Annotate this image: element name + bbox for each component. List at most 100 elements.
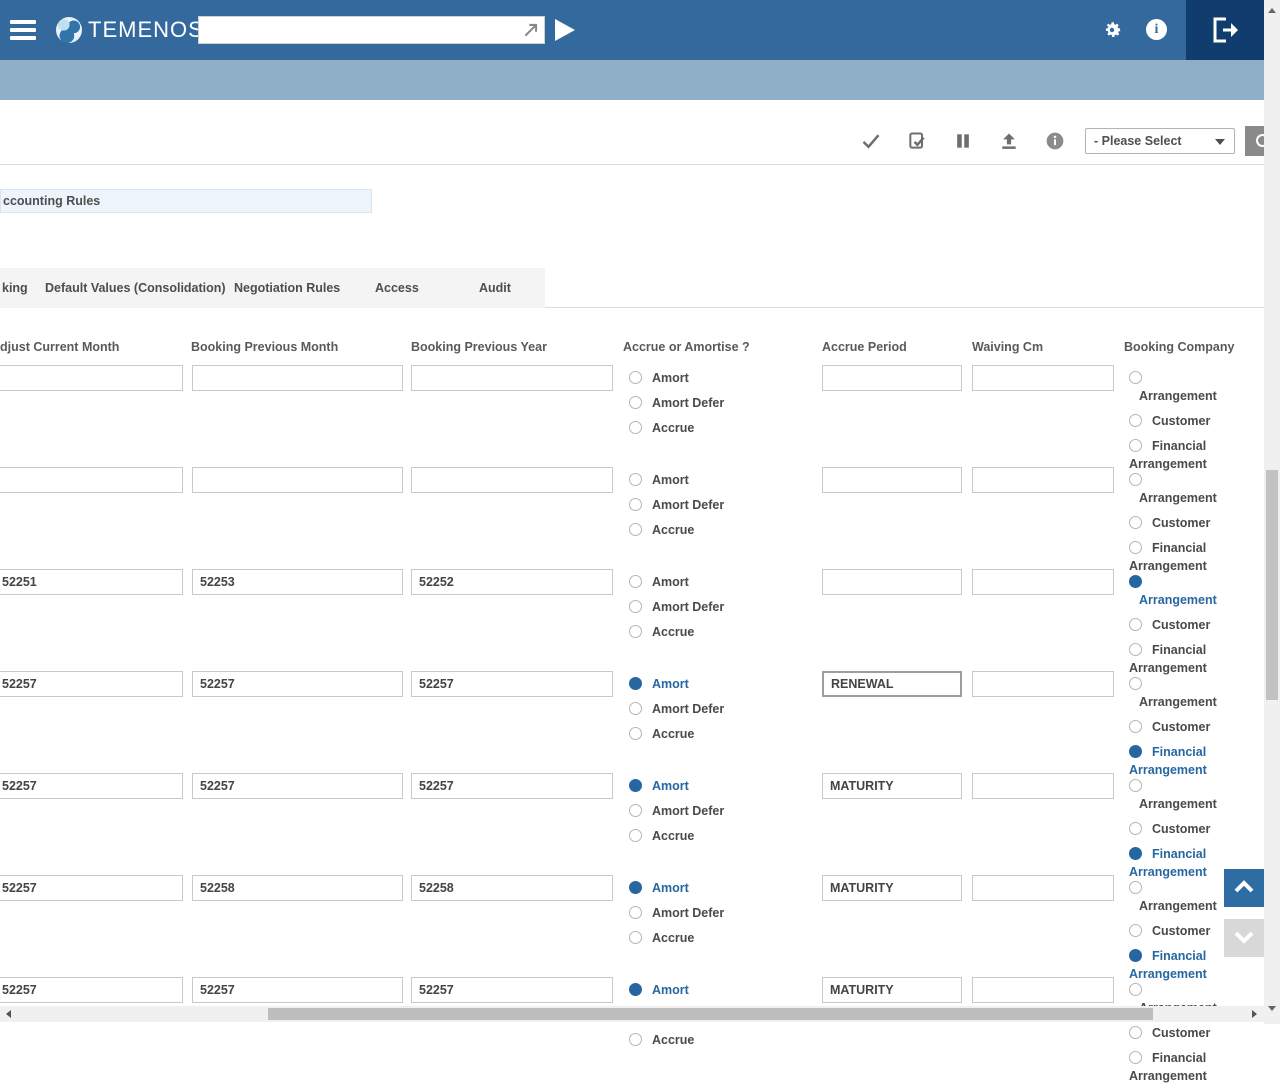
- accrue-period-input[interactable]: [822, 977, 962, 1003]
- radio-icon[interactable]: [1129, 643, 1142, 656]
- booking-previous-year-input[interactable]: [411, 773, 613, 799]
- booking-previous-year-input[interactable]: [411, 467, 613, 493]
- radio-icon[interactable]: [629, 1033, 642, 1046]
- booking-previous-month-input[interactable]: [192, 977, 403, 1003]
- accrue-option-accrue[interactable]: Accrue: [629, 419, 759, 437]
- accrue-option-accrue[interactable]: Accrue: [629, 929, 759, 947]
- scrollbar-arrow-left-icon[interactable]: [6, 1010, 11, 1018]
- accrue-option-accrue[interactable]: Accrue: [629, 623, 759, 641]
- company-option-arrangement[interactable]: Arrangement: [1129, 369, 1227, 405]
- radio-icon[interactable]: [629, 779, 642, 792]
- accrue-option-amort_defer[interactable]: Amort Defer: [629, 394, 759, 412]
- action-select-dropdown[interactable]: - Please Select: [1085, 128, 1235, 154]
- scroll-down-button[interactable]: [1224, 919, 1264, 957]
- info-circle-icon[interactable]: [1045, 131, 1065, 151]
- radio-icon[interactable]: [1129, 1026, 1142, 1039]
- adjust-current-month-input[interactable]: [0, 365, 183, 391]
- radio-icon[interactable]: [629, 371, 642, 384]
- company-option-customer[interactable]: Customer: [1129, 922, 1227, 940]
- radio-icon[interactable]: [629, 804, 642, 817]
- company-option-arrangement[interactable]: Arrangement: [1129, 471, 1227, 507]
- accrue-period-input[interactable]: [822, 773, 962, 799]
- hold-pause-icon[interactable]: [953, 131, 973, 151]
- radio-icon[interactable]: [1129, 881, 1142, 894]
- scrollbar-arrow-up-icon[interactable]: [1268, 8, 1276, 13]
- radio-icon[interactable]: [1129, 618, 1142, 631]
- booking-previous-year-input[interactable]: [411, 875, 613, 901]
- booking-previous-month-input[interactable]: [192, 671, 403, 697]
- radio-icon[interactable]: [1129, 439, 1142, 452]
- booking-previous-month-input[interactable]: [192, 467, 403, 493]
- accrue-period-input[interactable]: [822, 365, 962, 391]
- accrue-option-amort[interactable]: Amort: [629, 369, 759, 387]
- accrue-option-accrue[interactable]: Accrue: [629, 1031, 759, 1049]
- accrue-option-amort_defer[interactable]: Amort Defer: [629, 700, 759, 718]
- radio-icon[interactable]: [1129, 575, 1142, 588]
- radio-icon[interactable]: [1129, 473, 1142, 486]
- hamburger-icon[interactable]: [10, 20, 36, 40]
- accrue-period-input[interactable]: [822, 467, 962, 493]
- radio-icon[interactable]: [629, 498, 642, 511]
- radio-icon[interactable]: [629, 473, 642, 486]
- company-option-customer[interactable]: Customer: [1129, 514, 1227, 532]
- accrue-option-amort[interactable]: Amort: [629, 471, 759, 489]
- adjust-current-month-input[interactable]: [0, 977, 183, 1003]
- play-icon[interactable]: [555, 19, 575, 41]
- accrue-option-accrue[interactable]: Accrue: [629, 521, 759, 539]
- accrue-option-amort[interactable]: Amort: [629, 879, 759, 897]
- company-option-financial[interactable]: Financial Arrangement: [1129, 1049, 1227, 1085]
- scrollbar-arrow-right-icon[interactable]: [1252, 1010, 1257, 1018]
- booking-previous-month-input[interactable]: [192, 773, 403, 799]
- tab-default-values-consolidation[interactable]: Default Values (Consolidation): [45, 281, 226, 295]
- accrue-option-amort[interactable]: Amort: [629, 777, 759, 795]
- radio-icon[interactable]: [1129, 847, 1142, 860]
- radio-icon[interactable]: [629, 906, 642, 919]
- booking-previous-month-input[interactable]: [192, 365, 403, 391]
- adjust-current-month-input[interactable]: [0, 875, 183, 901]
- radio-icon[interactable]: [629, 881, 642, 894]
- accrue-option-amort[interactable]: Amort: [629, 573, 759, 591]
- radio-icon[interactable]: [629, 625, 642, 638]
- booking-previous-month-input[interactable]: [192, 569, 403, 595]
- adjust-current-month-input[interactable]: [0, 467, 183, 493]
- radio-icon[interactable]: [1129, 371, 1142, 384]
- accrue-period-input[interactable]: [822, 671, 962, 697]
- radio-icon[interactable]: [629, 600, 642, 613]
- tab-booking[interactable]: king: [2, 281, 28, 295]
- radio-icon[interactable]: [1129, 822, 1142, 835]
- radio-icon[interactable]: [629, 983, 642, 996]
- company-option-customer[interactable]: Customer: [1129, 718, 1227, 736]
- company-option-arrangement[interactable]: Arrangement: [1129, 675, 1227, 711]
- logout-button[interactable]: [1186, 0, 1264, 60]
- radio-icon[interactable]: [1129, 541, 1142, 554]
- booking-previous-month-input[interactable]: [192, 875, 403, 901]
- booking-previous-year-input[interactable]: [411, 671, 613, 697]
- radio-icon[interactable]: [629, 931, 642, 944]
- company-option-customer[interactable]: Customer: [1129, 412, 1227, 430]
- radio-icon[interactable]: [629, 421, 642, 434]
- radio-icon[interactable]: [629, 829, 642, 842]
- radio-icon[interactable]: [629, 677, 642, 690]
- launch-arrow-icon[interactable]: [522, 21, 540, 39]
- waiving-cm-input[interactable]: [972, 569, 1114, 595]
- company-option-customer[interactable]: Customer: [1129, 820, 1227, 838]
- radio-icon[interactable]: [629, 523, 642, 536]
- horizontal-scrollbar-thumb[interactable]: [268, 1008, 1153, 1020]
- radio-icon[interactable]: [1129, 745, 1142, 758]
- waiving-cm-input[interactable]: [972, 467, 1114, 493]
- horizontal-scrollbar[interactable]: [0, 1006, 1264, 1022]
- radio-icon[interactable]: [629, 575, 642, 588]
- accrue-option-amort_defer[interactable]: Amort Defer: [629, 904, 759, 922]
- accrue-period-input[interactable]: [822, 875, 962, 901]
- radio-icon[interactable]: [1129, 779, 1142, 792]
- radio-icon[interactable]: [1129, 516, 1142, 529]
- waiving-cm-input[interactable]: [972, 671, 1114, 697]
- radio-icon[interactable]: [629, 702, 642, 715]
- upload-icon[interactable]: [999, 131, 1019, 151]
- accrue-option-amort_defer[interactable]: Amort Defer: [629, 496, 759, 514]
- info-icon[interactable]: i: [1146, 19, 1167, 40]
- radio-icon[interactable]: [1129, 983, 1142, 996]
- accrue-option-amort_defer[interactable]: Amort Defer: [629, 598, 759, 616]
- accrue-option-amort[interactable]: Amort: [629, 981, 759, 999]
- tab-negotiation-rules[interactable]: Negotiation Rules: [234, 281, 340, 295]
